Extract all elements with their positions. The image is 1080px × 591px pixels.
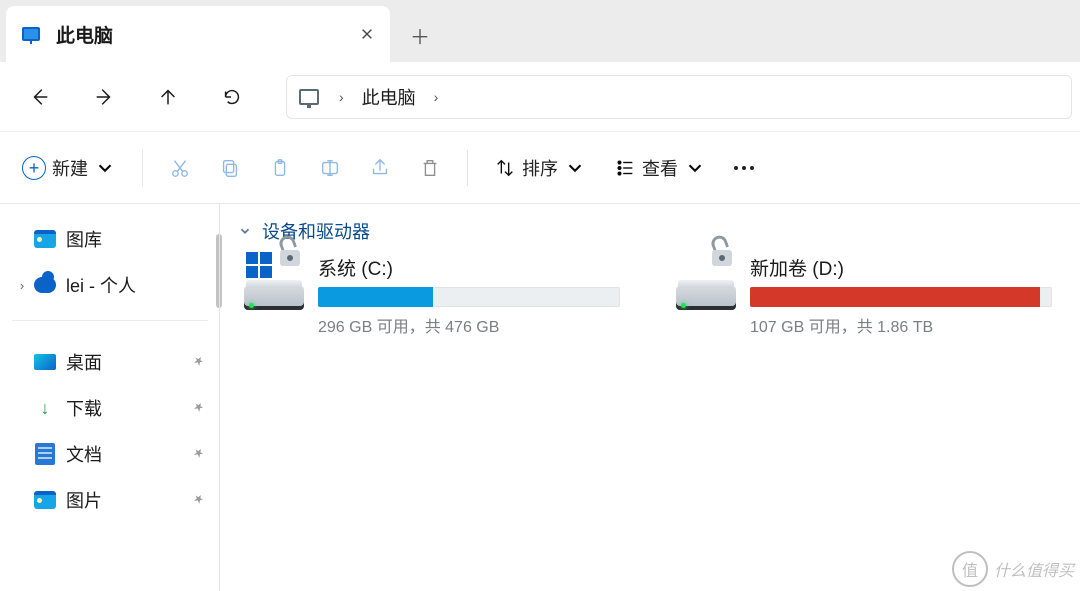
chevron-right-icon: › — [339, 89, 344, 105]
forward-button[interactable] — [72, 67, 136, 127]
plus-icon: ＋ — [410, 28, 430, 48]
rename-button[interactable] — [307, 144, 353, 192]
section-devices[interactable]: 设备和驱动器 — [238, 214, 1076, 254]
document-icon — [34, 444, 56, 464]
capacity-bar — [318, 287, 620, 307]
address-bar[interactable]: › 此电脑 › — [286, 75, 1072, 119]
copy-button[interactable] — [207, 144, 253, 192]
sidebar-item-documents[interactable]: 文档 — [8, 431, 212, 477]
pin-icon — [192, 398, 206, 419]
paste-button[interactable] — [257, 144, 303, 192]
chevron-down-icon — [238, 224, 252, 238]
more-button[interactable] — [722, 144, 766, 192]
breadcrumb-this-pc[interactable]: 此电脑 — [356, 80, 422, 114]
this-pc-icon — [299, 89, 319, 105]
plus-circle-icon: + — [22, 156, 46, 180]
sidebar-item-label: lei - 个人 — [66, 272, 136, 298]
body: 图库 › lei - 个人 桌面 ↓ 下载 文档 — [0, 204, 1080, 591]
cut-button[interactable] — [157, 144, 203, 192]
sidebar-item-label: 下载 — [66, 395, 102, 421]
view-label: 查看 — [642, 155, 678, 181]
new-tab-button[interactable]: ＋ — [396, 14, 444, 62]
back-button[interactable] — [8, 67, 72, 127]
sidebar-item-onedrive[interactable]: › lei - 个人 — [8, 262, 212, 308]
drive-stat: 296 GB 可用，共 476 GB — [318, 313, 640, 337]
download-icon: ↓ — [34, 398, 56, 418]
drive-name: 系统 (C:) — [318, 254, 640, 281]
scrollbar-thumb[interactable] — [216, 234, 222, 308]
sort-button[interactable]: 排序 — [482, 144, 598, 192]
sidebar-item-label: 图库 — [66, 226, 102, 252]
ellipsis-icon — [734, 166, 754, 170]
this-pc-icon — [22, 27, 40, 41]
capacity-fill — [318, 287, 433, 307]
picture-icon — [34, 490, 56, 510]
view-button[interactable]: 查看 — [602, 144, 718, 192]
tab-this-pc[interactable]: 此电脑 — [6, 6, 390, 62]
drives-list: 系统 (C:) 296 GB 可用，共 476 GB 新加卷 (D:) — [238, 254, 1076, 337]
drive-icon — [244, 254, 304, 314]
sidebar-item-label: 桌面 — [66, 349, 102, 375]
drive-name: 新加卷 (D:) — [750, 254, 1072, 281]
chevron-right-icon: › — [434, 89, 439, 105]
sort-label: 排序 — [522, 155, 558, 181]
sidebar-item-downloads[interactable]: ↓ 下载 — [8, 385, 212, 431]
chevron-down-icon — [94, 157, 116, 179]
drive-stat: 107 GB 可用，共 1.86 TB — [750, 313, 1072, 337]
unlock-icon — [280, 250, 300, 266]
divider — [467, 150, 468, 186]
tab-title: 此电脑 — [56, 21, 113, 48]
pin-icon — [192, 490, 206, 511]
nav-row: › 此电脑 › — [0, 62, 1080, 132]
windows-logo-icon — [246, 252, 272, 278]
drive-d[interactable]: 新加卷 (D:) 107 GB 可用，共 1.86 TB — [676, 254, 1072, 337]
close-icon[interactable] — [360, 27, 374, 41]
sidebar-item-pictures[interactable]: 图片 — [8, 477, 212, 523]
delete-button[interactable] — [407, 144, 453, 192]
tab-strip: 此电脑 ＋ — [0, 0, 1080, 62]
capacity-bar — [750, 287, 1052, 307]
chevron-right-icon[interactable]: › — [14, 278, 30, 293]
sidebar-item-label: 图片 — [66, 487, 102, 513]
new-label: 新建 — [52, 155, 88, 181]
capacity-fill — [750, 287, 1040, 307]
chevron-down-icon — [564, 157, 586, 179]
watermark-badge: 值 — [952, 551, 988, 587]
drive-icon — [676, 254, 736, 314]
content-pane: 设备和驱动器 系统 (C:) 296 GB 可用，共 476 GB — [220, 204, 1080, 591]
sidebar: 图库 › lei - 个人 桌面 ↓ 下载 文档 — [0, 204, 220, 591]
refresh-button[interactable] — [200, 67, 264, 127]
divider — [142, 150, 143, 186]
pin-icon — [192, 352, 206, 373]
pin-icon — [192, 444, 206, 465]
unlock-icon — [712, 250, 732, 266]
sidebar-item-desktop[interactable]: 桌面 — [8, 339, 212, 385]
chevron-down-icon — [684, 157, 706, 179]
watermark-text: 什么值得买 — [994, 557, 1074, 581]
share-button[interactable] — [357, 144, 403, 192]
drive-c[interactable]: 系统 (C:) 296 GB 可用，共 476 GB — [244, 254, 640, 337]
toolbar: + 新建 排序 查看 — [0, 132, 1080, 204]
new-button[interactable]: + 新建 — [10, 144, 128, 192]
onedrive-icon — [34, 275, 56, 295]
up-button[interactable] — [136, 67, 200, 127]
divider — [12, 320, 208, 321]
desktop-icon — [34, 352, 56, 372]
watermark: 值 什么值得买 — [952, 551, 1074, 587]
sidebar-item-label: 文档 — [66, 441, 102, 467]
sidebar-item-gallery[interactable]: 图库 — [8, 216, 212, 262]
section-title: 设备和驱动器 — [262, 218, 370, 244]
gallery-icon — [34, 229, 56, 249]
